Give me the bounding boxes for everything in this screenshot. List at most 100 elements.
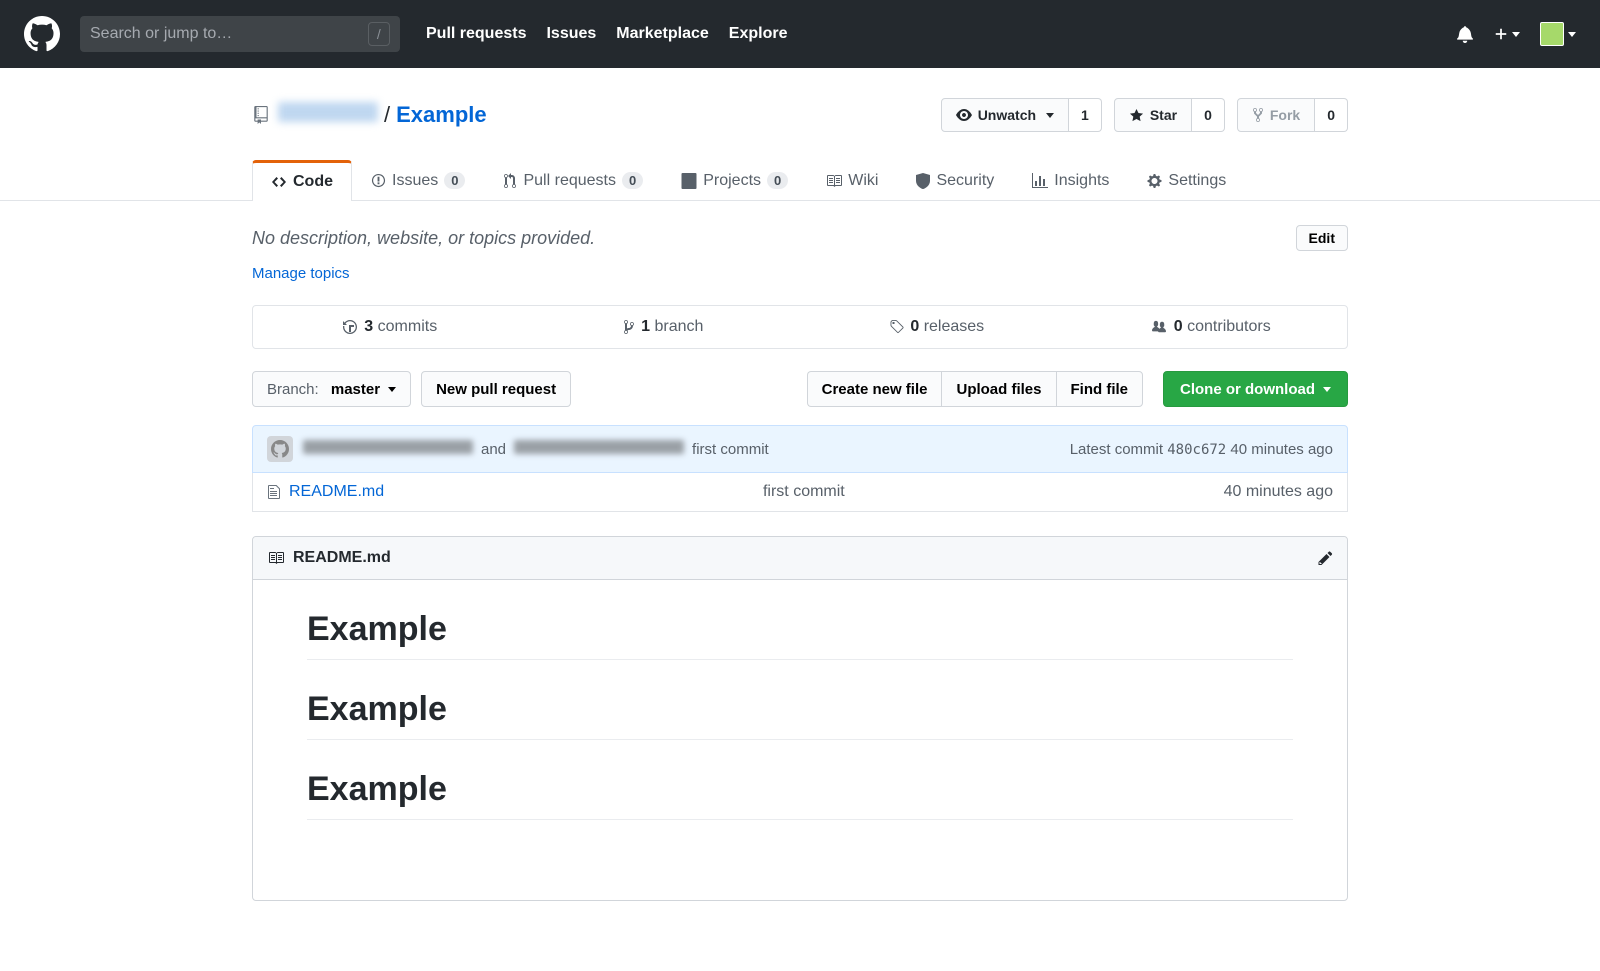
star-button-group: Star 0 xyxy=(1114,98,1225,132)
header-nav: Pull requests Issues Marketplace Explore xyxy=(426,25,787,43)
tab-label: Code xyxy=(293,173,333,191)
github-mark-icon xyxy=(271,440,289,458)
issues-count: 0 xyxy=(444,172,465,189)
readme-heading: Example xyxy=(307,610,1293,660)
tab-wiki[interactable]: Wiki xyxy=(807,160,897,200)
nav-issues[interactable]: Issues xyxy=(546,25,596,43)
file-commit-message[interactable]: first commit xyxy=(763,483,845,501)
global-header: / Pull requests Issues Marketplace Explo… xyxy=(0,0,1600,68)
contributors-stat[interactable]: 0 contributors xyxy=(1074,306,1348,348)
manage-topics-link[interactable]: Manage topics xyxy=(252,265,350,282)
nav-explore[interactable]: Explore xyxy=(729,25,788,43)
file-row: README.md first commit 40 minutes ago xyxy=(252,473,1348,512)
repo-owner-link[interactable] xyxy=(278,102,378,128)
search-input-wrapper[interactable]: / xyxy=(80,16,400,52)
pencil-icon xyxy=(1318,550,1333,566)
branches-stat[interactable]: 1 branch xyxy=(527,306,801,348)
nav-marketplace[interactable]: Marketplace xyxy=(616,25,709,43)
user-menu[interactable] xyxy=(1540,22,1576,46)
repo-description: No description, website, or topics provi… xyxy=(252,228,595,249)
commit-hash[interactable]: 480c672 xyxy=(1167,442,1226,458)
tab-label: Issues xyxy=(392,172,438,190)
projects-count: 0 xyxy=(767,172,788,189)
file-icon xyxy=(267,484,281,500)
notifications-icon[interactable] xyxy=(1456,25,1474,43)
slash-key-hint-icon: / xyxy=(368,22,390,46)
watch-label: Unwatch xyxy=(978,107,1036,123)
commit-author[interactable] xyxy=(303,440,473,458)
project-icon xyxy=(681,173,697,189)
search-input[interactable] xyxy=(90,25,368,43)
readme-box: README.md Example Example Example xyxy=(252,536,1348,901)
create-new-file-button[interactable]: Create new file xyxy=(807,371,942,407)
pulls-count: 0 xyxy=(622,172,643,189)
tab-issues[interactable]: Issues 0 xyxy=(352,160,484,200)
file-name-link[interactable]: README.md xyxy=(289,483,384,501)
star-button[interactable]: Star xyxy=(1114,98,1192,132)
fork-button-group: Fork 0 xyxy=(1237,98,1348,132)
commit-message[interactable]: first commit xyxy=(692,441,769,458)
readme-filename: README.md xyxy=(293,549,391,567)
tab-code[interactable]: Code xyxy=(252,160,352,201)
find-file-button[interactable]: Find file xyxy=(1056,371,1144,407)
commit-coauthor[interactable] xyxy=(514,440,684,458)
repo-separator: / xyxy=(384,102,390,128)
tab-insights[interactable]: Insights xyxy=(1013,160,1128,200)
tab-pull-requests[interactable]: Pull requests 0 xyxy=(484,160,662,200)
tab-settings[interactable]: Settings xyxy=(1128,160,1245,200)
branch-select-button[interactable]: Branch: master xyxy=(252,371,411,407)
pull-request-icon xyxy=(503,173,517,189)
fork-icon xyxy=(1252,107,1264,123)
code-icon xyxy=(271,174,287,190)
github-logo-icon[interactable] xyxy=(24,16,60,53)
watch-button-group: Unwatch 1 xyxy=(941,98,1102,132)
tab-label: Settings xyxy=(1168,172,1226,190)
tab-projects[interactable]: Projects 0 xyxy=(662,160,807,200)
forks-count[interactable]: 0 xyxy=(1315,98,1348,132)
nav-pull-requests[interactable]: Pull requests xyxy=(426,25,526,43)
watchers-count[interactable]: 1 xyxy=(1069,98,1102,132)
upload-files-button[interactable]: Upload files xyxy=(941,371,1055,407)
repo-stats-bar: 3 commits 1 branch 0 releases 0 contribu… xyxy=(252,305,1348,349)
star-label: Star xyxy=(1150,107,1177,123)
fork-button[interactable]: Fork xyxy=(1237,98,1315,132)
new-pull-request-button[interactable]: New pull request xyxy=(421,371,571,407)
repo-header: / Example Unwatch 1 Star 0 xyxy=(252,98,1348,132)
fork-label: Fork xyxy=(1270,107,1300,123)
people-icon xyxy=(1150,320,1168,334)
commit-time: 40 minutes ago xyxy=(1230,441,1333,458)
commit-and: and xyxy=(481,441,506,458)
tab-label: Security xyxy=(936,172,994,190)
eye-icon xyxy=(956,107,972,123)
file-time: 40 minutes ago xyxy=(1224,483,1333,501)
edit-description-button[interactable]: Edit xyxy=(1296,225,1348,251)
stars-count[interactable]: 0 xyxy=(1192,98,1225,132)
repo-name-link[interactable]: Example xyxy=(396,102,487,128)
star-icon xyxy=(1129,108,1144,123)
tag-icon xyxy=(889,319,904,335)
readme-heading: Example xyxy=(307,690,1293,740)
tab-label: Pull requests xyxy=(523,172,616,190)
branch-icon xyxy=(623,319,635,335)
repo-icon xyxy=(252,106,270,124)
repo-tabs: Code Issues 0 Pull requests 0 Projects 0… xyxy=(252,160,1348,201)
tab-label: Wiki xyxy=(848,172,878,190)
history-icon xyxy=(342,319,358,335)
tab-security[interactable]: Security xyxy=(897,160,1013,200)
releases-stat[interactable]: 0 releases xyxy=(800,306,1074,348)
gear-icon xyxy=(1147,173,1162,189)
file-toolbar: Branch: master New pull request Create n… xyxy=(252,371,1348,407)
create-new-menu[interactable] xyxy=(1494,27,1520,41)
latest-commit-bar: and first commit Latest commit 480c672 4… xyxy=(252,425,1348,473)
unwatch-button[interactable]: Unwatch xyxy=(941,98,1069,132)
repo-description-row: No description, website, or topics provi… xyxy=(252,225,1348,251)
tab-label: Projects xyxy=(703,172,761,190)
readme-heading: Example xyxy=(307,770,1293,820)
edit-readme-button[interactable] xyxy=(1318,549,1333,567)
readme-body: Example Example Example xyxy=(253,580,1347,900)
commits-stat[interactable]: 3 commits xyxy=(253,306,527,348)
commit-avatar[interactable] xyxy=(267,436,293,462)
clone-download-button[interactable]: Clone or download xyxy=(1163,371,1348,407)
shield-icon xyxy=(916,173,930,189)
tab-label: Insights xyxy=(1054,172,1109,190)
